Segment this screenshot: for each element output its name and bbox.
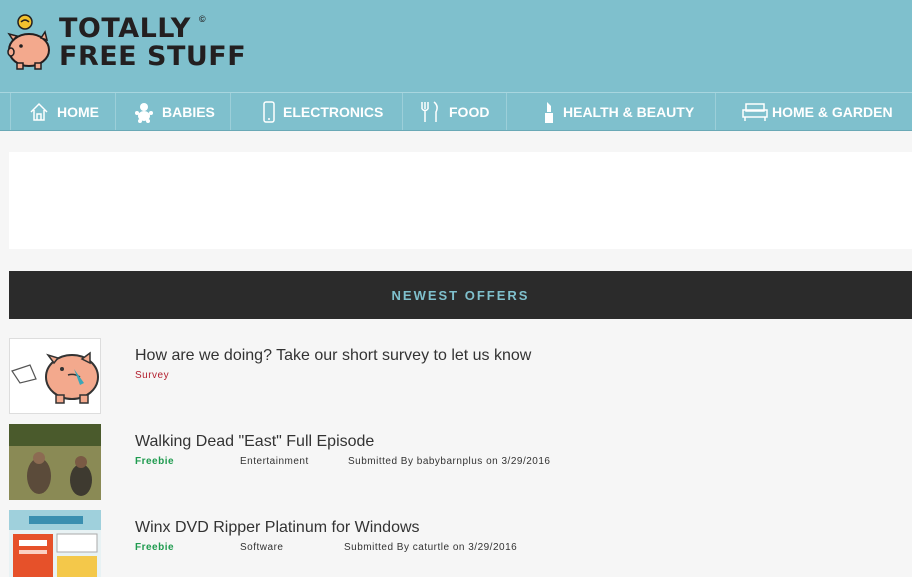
offer-category[interactable]: Software: [240, 542, 283, 553]
offer-meta: Freebie Software Submitted By caturtle o…: [135, 542, 735, 556]
copyright-mark: ©: [199, 14, 206, 24]
offer-category[interactable]: Entertainment: [240, 456, 309, 467]
nav-item-home[interactable]: HOME: [10, 93, 116, 130]
offer-item: How are we doing? Take our short survey …: [9, 338, 912, 414]
offer-item: Walking Dead "East" Full Episode Freebie…: [9, 424, 912, 500]
offer-item: Winx DVD Ripper Platinum for Windows Fre…: [9, 510, 912, 577]
offer-tag-survey[interactable]: Survey: [135, 370, 169, 381]
nav-item-food[interactable]: FOOD: [403, 93, 507, 130]
sofa-icon: [742, 102, 768, 122]
fork-knife-icon: [419, 100, 441, 123]
phone-icon: [263, 100, 275, 123]
lipstick-icon: [543, 100, 555, 124]
nav-label-electronics: ELECTRONICS: [283, 103, 384, 120]
piggy-survey-icon: [11, 351, 99, 404]
offer-submitted-by: Submitted By babybarnplus on 3/29/2016: [348, 456, 551, 467]
nav-label-home: HOME: [57, 103, 99, 120]
home-icon: [29, 102, 49, 122]
offer-thumbnail-survey[interactable]: [9, 338, 101, 414]
offer-meta: Freebie Entertainment Submitted By babyb…: [135, 456, 735, 470]
logo-line-2: FREE STUFF: [59, 41, 247, 72]
nav-item-electronics[interactable]: ELECTRONICS: [231, 93, 403, 130]
offer-meta: Survey: [135, 370, 169, 381]
offer-title-link[interactable]: Winx DVD Ripper Platinum for Windows: [135, 519, 420, 537]
main-nav: HOME BABIES ELECTRONICS FOOD HEALTH & BE…: [0, 92, 912, 131]
baby-icon: [134, 101, 154, 123]
ad-banner-slot: [9, 152, 912, 249]
site-header: TOTALLY FREE STUFF ©: [0, 0, 912, 92]
offer-tag-freebie[interactable]: Freebie: [135, 542, 174, 553]
newest-offers-title: NEWEST OFFERS: [391, 287, 530, 303]
nav-label-babies: BABIES: [162, 103, 215, 120]
nav-label-home-garden: HOME & GARDEN: [772, 103, 893, 120]
logo-line-1: TOTALLY: [59, 13, 191, 44]
piggy-bank-logo-icon: [7, 14, 50, 70]
nav-label-food: FOOD: [449, 103, 490, 120]
nav-item-home-garden[interactable]: HOME & GARDEN: [716, 93, 912, 130]
offer-thumbnail-winx-dvd[interactable]: [9, 510, 101, 577]
tv-still-image: [9, 424, 101, 500]
logo-wordmark: TOTALLY FREE STUFF: [59, 15, 246, 71]
offer-title-link[interactable]: How are we doing? Take our short survey …: [135, 347, 531, 365]
nav-item-babies[interactable]: BABIES: [116, 93, 231, 130]
offer-thumbnail-walking-dead[interactable]: [9, 424, 101, 500]
offer-tag-freebie[interactable]: Freebie: [135, 456, 174, 467]
site-logo[interactable]: TOTALLY FREE STUFF ©: [7, 12, 247, 78]
nav-label-health-beauty: HEALTH & BEAUTY: [563, 103, 695, 120]
nav-item-health-beauty[interactable]: HEALTH & BEAUTY: [507, 93, 716, 130]
offer-submitted-by: Submitted By caturtle on 3/29/2016: [344, 542, 518, 553]
software-screenshot-image: [9, 510, 101, 577]
offer-title-link[interactable]: Walking Dead "East" Full Episode: [135, 433, 374, 451]
newest-offers-header: NEWEST OFFERS: [9, 271, 912, 319]
